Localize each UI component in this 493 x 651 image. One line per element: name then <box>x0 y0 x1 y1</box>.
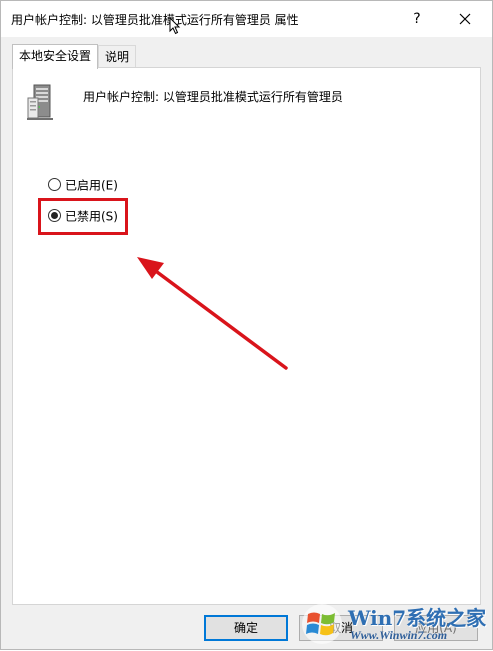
windows-logo-icon <box>302 604 342 644</box>
radio-enabled-label: 已启用(E) <box>65 178 118 193</box>
radio-enabled-circle[interactable] <box>48 178 61 191</box>
watermark-url: Www.Winwin7.com <box>350 628 448 642</box>
server-policy-icon <box>27 84 53 120</box>
properties-dialog: 用户帐户控制: 以管理员批准模式运行所有管理员 属性 ? 本地安全设置 说明 用… <box>0 0 493 650</box>
ok-button[interactable]: 确定 <box>204 615 288 641</box>
title-bar: 用户帐户控制: 以管理员批准模式运行所有管理员 属性 ? <box>1 1 492 37</box>
help-button[interactable]: ? <box>399 5 435 33</box>
settings-panel: 用户帐户控制: 以管理员批准模式运行所有管理员 已启用(E) 已禁用(S) <box>12 67 481 605</box>
close-icon <box>459 13 471 25</box>
tab-explain[interactable]: 说明 <box>98 45 137 68</box>
mouse-cursor-icon <box>169 17 181 35</box>
tab-local-security-setting[interactable]: 本地安全设置 <box>12 44 99 69</box>
close-button[interactable] <box>447 5 483 33</box>
annotation-highlight-box <box>38 198 128 235</box>
policy-name: 用户帐户控制: 以管理员批准模式运行所有管理员 <box>83 90 343 104</box>
radio-enabled[interactable]: 已启用(E) <box>48 176 118 194</box>
watermark: Win7系统之家 Www.Winwin7.com <box>296 598 493 650</box>
watermark-brand: Win7系统之家 <box>348 606 487 630</box>
window-title: 用户帐户控制: 以管理员批准模式运行所有管理员 属性 <box>11 13 299 27</box>
